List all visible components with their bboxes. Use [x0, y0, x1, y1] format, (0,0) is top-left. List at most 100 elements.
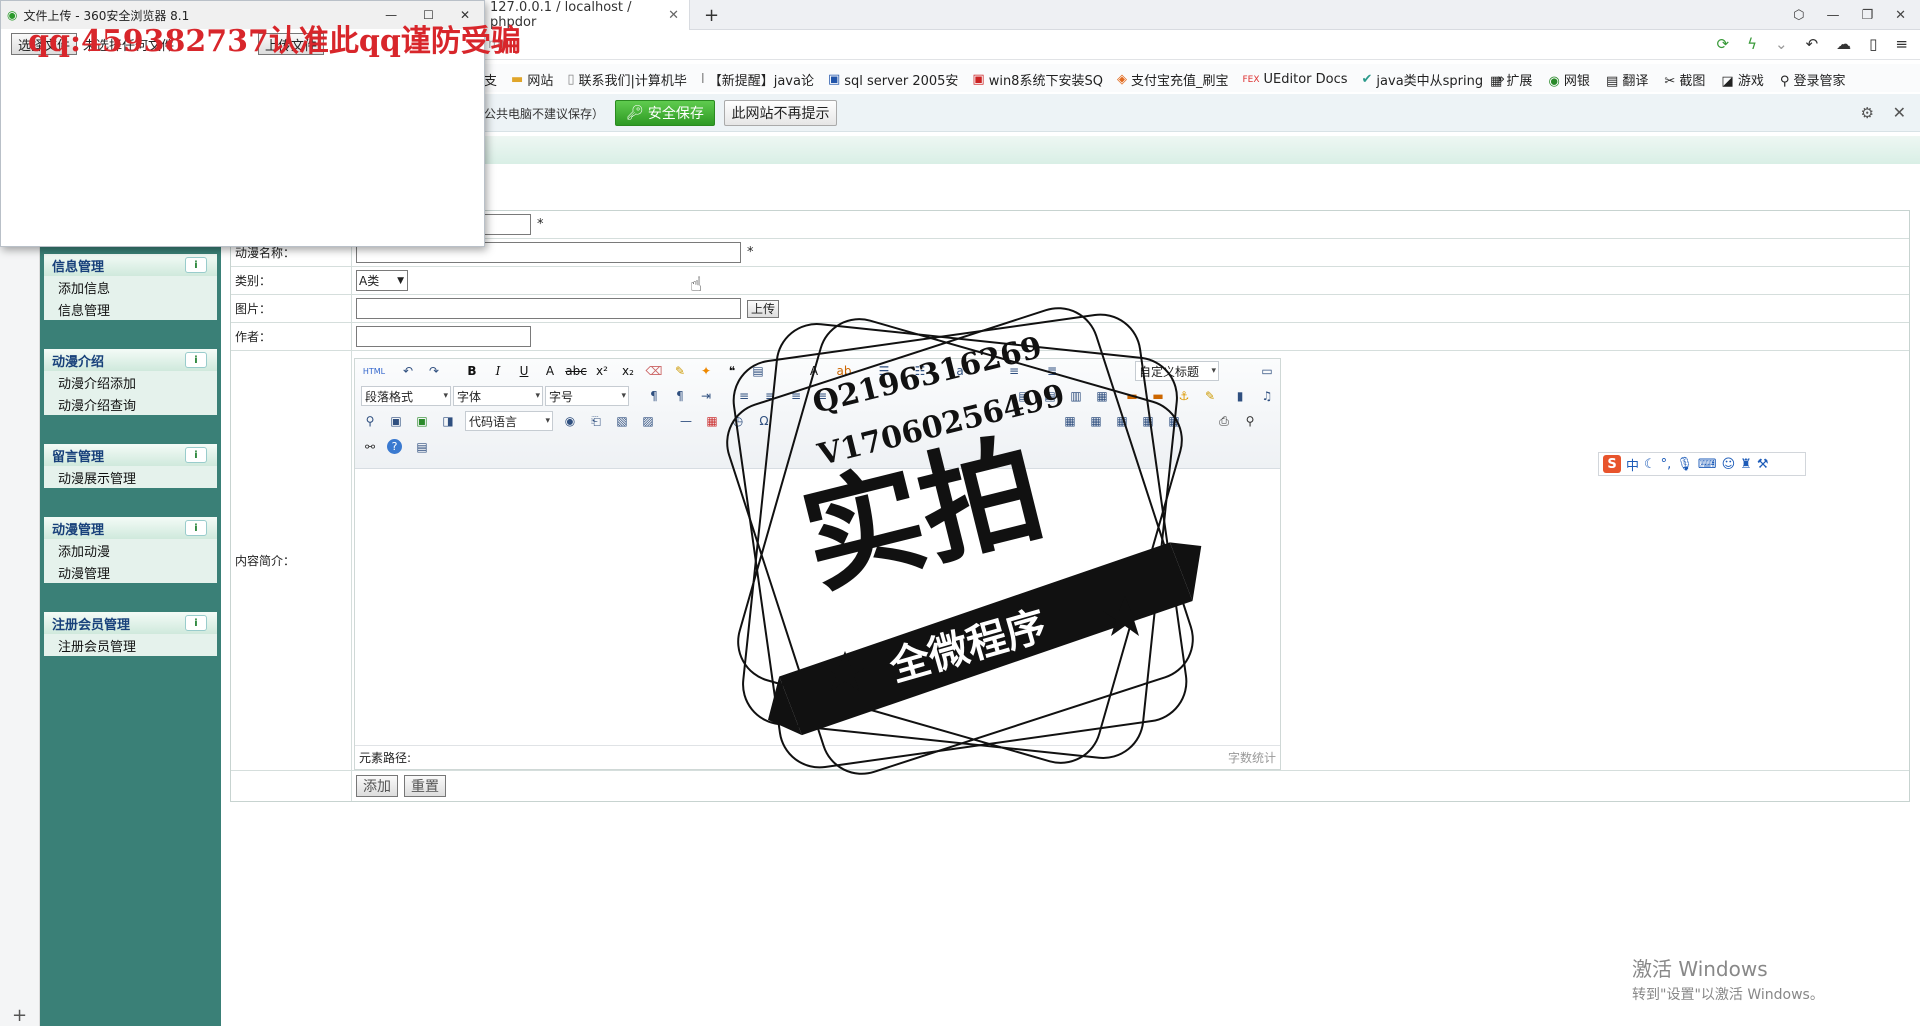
format-brush-icon[interactable]: ✎: [671, 363, 689, 379]
help-icon[interactable]: ?: [387, 439, 402, 454]
rtl-icon[interactable]: ¶: [671, 388, 689, 404]
reset-button[interactable]: 重置: [404, 775, 446, 797]
music-icon[interactable]: ♫: [1258, 388, 1276, 404]
ltr-icon[interactable]: ¶: [645, 388, 663, 404]
moon-icon[interactable]: ☾: [1644, 457, 1656, 472]
superscript-icon[interactable]: x²: [593, 363, 611, 379]
game-button[interactable]: ◪ 游戏: [1721, 70, 1763, 89]
underline-icon[interactable]: U: [515, 363, 533, 379]
html-source-button[interactable]: HTML: [361, 363, 387, 379]
menu-item[interactable]: 动漫介绍查询: [44, 393, 217, 415]
restore-icon[interactable]: ❐: [1861, 8, 1873, 23]
font-family-select[interactable]: 字体: [453, 386, 543, 406]
add-icon[interactable]: +: [12, 1005, 27, 1026]
close-icon[interactable]: ✕: [1893, 103, 1906, 122]
close-icon[interactable]: ✕: [668, 8, 679, 23]
refresh-icon[interactable]: ⟳: [1717, 35, 1730, 53]
bookmark-item[interactable]: Ⅰ 【新提醒】java论: [701, 70, 814, 89]
author-input[interactable]: [356, 326, 531, 347]
wrench-icon[interactable]: ⚒: [1757, 457, 1769, 472]
category-label: 类别：: [231, 267, 352, 294]
template-icon[interactable]: ▧: [613, 413, 631, 429]
punctuation-icon[interactable]: °,: [1661, 457, 1672, 472]
mic-icon[interactable]: 🎙︎: [1676, 457, 1693, 472]
subscript-icon[interactable]: x₂: [619, 363, 637, 379]
login-manager-button[interactable]: ⚲ 登录管家: [1780, 70, 1846, 89]
paragraph-format-select[interactable]: 段落格式: [361, 386, 451, 406]
indent-icon[interactable]: ⇥: [697, 388, 715, 404]
close-icon[interactable]: ✕: [1895, 8, 1906, 23]
minimize-icon[interactable]: —: [1826, 8, 1839, 23]
category-select[interactable]: A类 ▼: [356, 270, 408, 291]
add-button[interactable]: 添加: [356, 775, 398, 797]
font-size-select[interactable]: 字号: [545, 386, 629, 406]
menu-item[interactable]: 注册会员管理: [44, 634, 217, 656]
bookmark-item[interactable]: FEX UEditor Docs: [1242, 70, 1347, 89]
eraser-icon[interactable]: ⌫: [645, 363, 663, 379]
bookmark-item[interactable]: ▣ win8系统下安装SQ: [972, 70, 1103, 89]
menu-title[interactable]: 动漫介绍 i: [44, 349, 217, 371]
bank-button[interactable]: ◉ 网银: [1548, 70, 1590, 89]
bold-icon[interactable]: B: [463, 363, 481, 379]
menu-title[interactable]: 留言管理 i: [44, 444, 217, 466]
search-replace-icon[interactable]: ⚯: [361, 439, 379, 455]
translate-button[interactable]: ▤ 翻译: [1606, 70, 1648, 89]
ime-mode[interactable]: 中: [1626, 455, 1639, 474]
chevron-down-icon[interactable]: ⌄: [1775, 35, 1788, 53]
preview-icon[interactable]: ⚲: [1241, 413, 1259, 429]
site-icon: ▣: [972, 72, 985, 87]
menu-icon: i: [185, 447, 207, 463]
menu-item[interactable]: 信息管理: [44, 298, 217, 320]
bookmark-item[interactable]: ▣ sql server 2005安: [828, 70, 958, 89]
horizontal-rule-icon[interactable]: —: [677, 413, 695, 429]
undo-icon[interactable]: ↶: [1806, 35, 1819, 53]
map-icon[interactable]: ▣: [387, 413, 405, 429]
menu-title[interactable]: 信息管理 i: [44, 254, 217, 276]
bookmark-item[interactable]: ▯ 联系我们|计算机毕: [567, 70, 687, 89]
safe-save-button[interactable]: 🔑︎ 安全保存: [615, 100, 715, 126]
menu-title[interactable]: 动漫管理 i: [44, 517, 217, 539]
lightning-icon[interactable]: ϟ: [1747, 35, 1757, 53]
never-prompt-button[interactable]: 此网站不再提示: [724, 100, 837, 126]
undo-icon[interactable]: ↶: [399, 363, 417, 379]
attachment-icon[interactable]: ⚲: [361, 413, 379, 429]
new-tab-button[interactable]: +: [694, 0, 729, 30]
code-language-select[interactable]: 代码语言: [465, 411, 553, 431]
menu-title[interactable]: 注册会员管理 i: [44, 612, 217, 634]
bookmark-item[interactable]: ✔ java类中从spring: [1362, 70, 1484, 89]
gear-icon[interactable]: ⚙: [1861, 104, 1874, 122]
menu-item[interactable]: 动漫介绍添加: [44, 371, 217, 393]
menu-item[interactable]: 动漫展示管理: [44, 466, 217, 488]
menu-item[interactable]: 添加信息: [44, 276, 217, 298]
redo-icon[interactable]: ↷: [425, 363, 443, 379]
iframe-icon[interactable]: ◨: [439, 413, 457, 429]
cloud-icon[interactable]: ☁: [1836, 35, 1851, 53]
drafts-icon[interactable]: ▤: [413, 439, 431, 455]
extension-button[interactable]: ▦ 扩展: [1490, 70, 1532, 89]
fullscreen-icon[interactable]: ▭: [1258, 363, 1276, 379]
screenshot-button[interactable]: ✂ 截图: [1664, 70, 1705, 89]
page-break-icon[interactable]: ⎗: [587, 413, 605, 429]
shirt-icon[interactable]: ♜: [1740, 457, 1752, 472]
menu-icon[interactable]: ≡: [1895, 35, 1908, 53]
image-path-input[interactable]: [356, 298, 741, 319]
user-icon[interactable]: ☺: [1722, 457, 1736, 472]
emotion-icon[interactable]: ◉: [561, 413, 579, 429]
video-icon[interactable]: ▮: [1231, 388, 1249, 404]
auto-format-icon[interactable]: ✦: [697, 363, 715, 379]
background-icon[interactable]: ▨: [639, 413, 657, 429]
font-border-icon[interactable]: A: [541, 363, 559, 379]
keyboard-icon[interactable]: ⌨: [1698, 457, 1717, 472]
menu-item[interactable]: 动漫管理: [44, 561, 217, 583]
bookmark-item[interactable]: ◈ 支付宝充值_刷宝: [1117, 70, 1229, 89]
key-icon: 🔑︎: [626, 105, 644, 121]
strikethrough-icon[interactable]: abc: [565, 363, 587, 379]
menu-item[interactable]: 添加动漫: [44, 539, 217, 561]
skin-icon[interactable]: ⬡: [1793, 8, 1804, 23]
italic-icon[interactable]: I: [489, 363, 507, 379]
gmap-icon[interactable]: ▣: [413, 413, 431, 429]
bookmark-item[interactable]: ▬ 网站: [511, 70, 553, 89]
bookmark-item[interactable]: 支: [484, 70, 497, 89]
phone-icon[interactable]: ▯: [1869, 35, 1877, 53]
print-icon[interactable]: ⎙: [1215, 413, 1233, 429]
